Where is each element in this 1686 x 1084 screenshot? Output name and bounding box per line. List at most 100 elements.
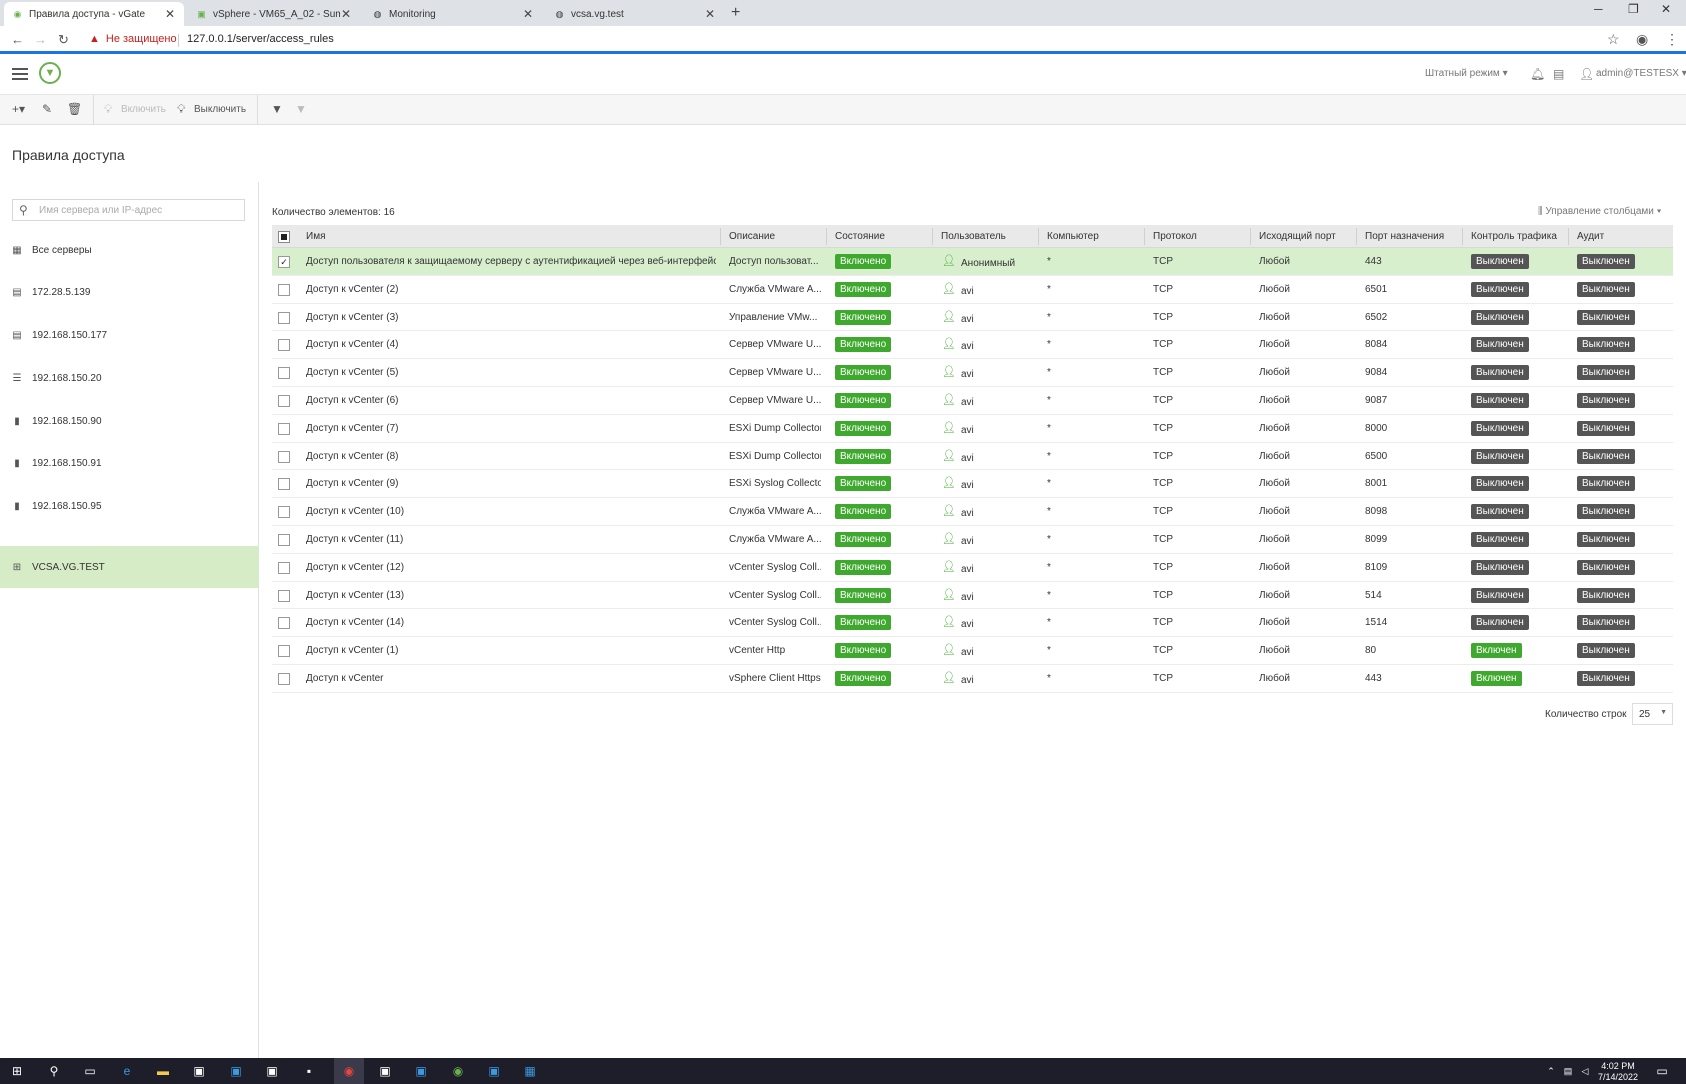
app-icon[interactable]: ▦ — [522, 1063, 538, 1079]
column-header-name[interactable]: Имя — [306, 231, 325, 242]
row-checkbox[interactable] — [278, 311, 290, 324]
sidebar-item-server[interactable]: ▮ 192.168.150.90 — [0, 400, 259, 442]
network-tray-icon[interactable]: ▤ — [1560, 1063, 1576, 1079]
row-checkbox[interactable] — [278, 478, 290, 491]
table-row[interactable]: Доступ к vCenter (2) Служба VMware A... * T… — [272, 276, 1673, 304]
notifications-icon[interactable]: ▭ — [1654, 1063, 1670, 1079]
filter-icon[interactable]: ▼ — [271, 102, 283, 116]
close-icon[interactable]: ✕ — [164, 7, 176, 21]
table-row[interactable]: ✓ Доступ пользователя к защищаемому серве… — [272, 248, 1673, 276]
browser-menu-icon[interactable]: ⋮ — [1665, 31, 1679, 48]
row-checkbox[interactable] — [278, 367, 290, 380]
app-icon[interactable]: ▣ — [228, 1063, 244, 1079]
table-row[interactable]: Доступ к vCenter (12) vCenter Syslog Coll… — [272, 554, 1673, 582]
table-row[interactable]: Доступ к vCenter (3) Управление VMw... * TC… — [272, 304, 1673, 332]
server-search-input[interactable] — [39, 202, 239, 218]
column-header-description[interactable]: Описание — [729, 231, 775, 242]
row-checkbox[interactable] — [278, 645, 290, 658]
profile-icon[interactable]: ◉ — [1636, 31, 1648, 48]
close-icon[interactable]: ✕ — [704, 7, 716, 21]
rows-per-page-select[interactable]: 25 ▼ — [1632, 703, 1673, 725]
row-checkbox[interactable] — [278, 450, 290, 463]
browser-tab-monitoring[interactable]: ◍ Monitoring ✕ — [364, 2, 542, 26]
column-header-traffic-control[interactable]: Контроль трафика — [1471, 231, 1557, 242]
bell-icon[interactable]: 🔔︎ — [1530, 67, 1545, 81]
column-header-destination-port[interactable]: Порт назначения — [1365, 231, 1444, 242]
browser-tab-vgate[interactable]: ◉ Правила доступа - vGate ✕ — [4, 2, 184, 26]
row-checkbox[interactable] — [278, 394, 290, 407]
edge-icon[interactable]: e — [119, 1063, 135, 1079]
column-header-source-port[interactable]: Исходящий порт — [1259, 231, 1336, 242]
table-row[interactable]: Доступ к vCenter (14) vCenter Syslog Coll… — [272, 609, 1673, 638]
column-header-user[interactable]: Пользователь — [941, 231, 1006, 242]
row-checkbox[interactable] — [278, 339, 290, 352]
app-icon[interactable]: ▣ — [377, 1063, 393, 1079]
new-tab-button[interactable]: + — [731, 4, 740, 22]
forward-icon[interactable]: → — [34, 32, 47, 47]
row-checkbox[interactable] — [278, 283, 290, 296]
table-row[interactable]: Доступ к vCenter vSphere Client Https * TCP… — [272, 665, 1673, 693]
app-icon[interactable]: ▣ — [486, 1063, 502, 1079]
sidebar-item-vcenter[interactable]: ⊞ VCSA.VG.TEST — [0, 546, 259, 588]
app-icon[interactable]: ▣ — [191, 1063, 207, 1079]
select-all-checkbox[interactable] — [278, 231, 290, 243]
back-icon[interactable]: ← — [11, 32, 24, 47]
table-row[interactable]: Доступ к vCenter (5) Сервер VMware U... * T… — [272, 359, 1673, 387]
clear-filter-icon[interactable]: ▼ — [295, 102, 307, 116]
table-row[interactable]: Доступ к vCenter (11) Служба VMware A... *… — [272, 526, 1673, 554]
column-manager-button[interactable]: ⫼ Управление столбцами ▾ — [1538, 206, 1662, 217]
row-checkbox[interactable]: ✓ — [278, 256, 290, 268]
table-row[interactable]: Доступ к vCenter (9) ESXi Syslog Collecto… — [272, 470, 1673, 499]
column-header-audit[interactable]: Аудит — [1577, 231, 1604, 242]
sidebar-item-all-servers[interactable]: ▦ Все серверы — [0, 229, 259, 271]
disable-button[interactable]: Выключить — [194, 104, 246, 115]
search-icon[interactable]: ⚲ — [46, 1063, 62, 1079]
volume-icon[interactable]: ◁ — [1577, 1063, 1593, 1079]
windows-start-icon[interactable]: ⊞ — [9, 1063, 25, 1079]
row-checkbox[interactable] — [278, 422, 290, 435]
row-checkbox[interactable] — [278, 589, 290, 602]
minimize-icon[interactable]: ─ — [1594, 2, 1603, 16]
row-checkbox[interactable] — [278, 533, 290, 546]
user-menu[interactable]: admin@TESTESX ▾ — [1596, 68, 1686, 79]
row-checkbox[interactable] — [278, 561, 290, 574]
sidebar-item-server[interactable]: ▮ 192.168.150.91 — [0, 442, 259, 484]
browser-tab-vcsa[interactable]: ◍ vcsa.vg.test ✕ — [546, 2, 724, 26]
terminal-icon[interactable]: ▪ — [301, 1063, 317, 1079]
app-icon[interactable]: ▣ — [264, 1063, 280, 1079]
close-icon[interactable]: ✕ — [522, 7, 534, 21]
table-row[interactable]: Доступ к vCenter (13) vCenter Syslog Coll… — [272, 582, 1673, 610]
add-icon[interactable]: +▾ — [12, 102, 25, 116]
sidebar-item-server[interactable]: ▤ 172.28.5.139 — [0, 271, 259, 313]
bookmark-star-icon[interactable]: ☆ — [1607, 31, 1620, 48]
url-field[interactable]: 127.0.0.1/server/access_rules — [187, 33, 334, 45]
table-row[interactable]: Доступ к vCenter (8) ESXi Dump Collector *… — [272, 443, 1673, 471]
enable-button[interactable]: Включить — [121, 104, 166, 115]
messages-icon[interactable]: ▤ — [1553, 67, 1564, 81]
folder-icon[interactable]: ▬ — [155, 1063, 171, 1079]
row-checkbox[interactable] — [278, 617, 290, 630]
sidebar-item-server[interactable]: ▤ 192.168.150.177 — [0, 314, 259, 356]
tray-chevron-icon[interactable]: ⌃ — [1543, 1063, 1559, 1079]
table-row[interactable]: Доступ к vCenter (6) Сервер VMware U... * T… — [272, 387, 1673, 415]
window-close-icon[interactable]: ✕ — [1661, 2, 1671, 16]
security-warning[interactable]: ▲ Не защищено — [89, 33, 177, 45]
taskbar-clock[interactable]: 4:02 PM 7/14/2022 — [1598, 1061, 1638, 1083]
reload-icon[interactable]: ↻ — [58, 32, 69, 48]
close-icon[interactable]: ✕ — [340, 7, 352, 21]
table-row[interactable]: Доступ к vCenter (1) vCenter Http * TCP Любо… — [272, 637, 1673, 665]
app-icon[interactable]: ▣ — [413, 1063, 429, 1079]
column-header-protocol[interactable]: Протокол — [1153, 231, 1197, 242]
task-view-icon[interactable]: ▭ — [82, 1063, 98, 1079]
edit-icon[interactable]: ✎ — [42, 102, 52, 116]
hamburger-menu-icon[interactable] — [12, 65, 28, 83]
vgate-icon[interactable]: ◉ — [450, 1063, 466, 1079]
row-checkbox[interactable] — [278, 506, 290, 519]
chrome-icon[interactable]: ◉ — [341, 1063, 357, 1079]
table-row[interactable]: Доступ к vCenter (10) Служба VMware A... *… — [272, 498, 1673, 526]
column-header-state[interactable]: Состояние — [835, 231, 885, 242]
trash-icon[interactable]: 🗑︎ — [67, 102, 82, 116]
table-row[interactable]: Доступ к vCenter (7) ESXi Dump Collector *… — [272, 415, 1673, 443]
mode-dropdown[interactable]: Штатный режим ▾ — [1425, 68, 1508, 79]
column-header-computer[interactable]: Компьютер — [1047, 231, 1099, 242]
